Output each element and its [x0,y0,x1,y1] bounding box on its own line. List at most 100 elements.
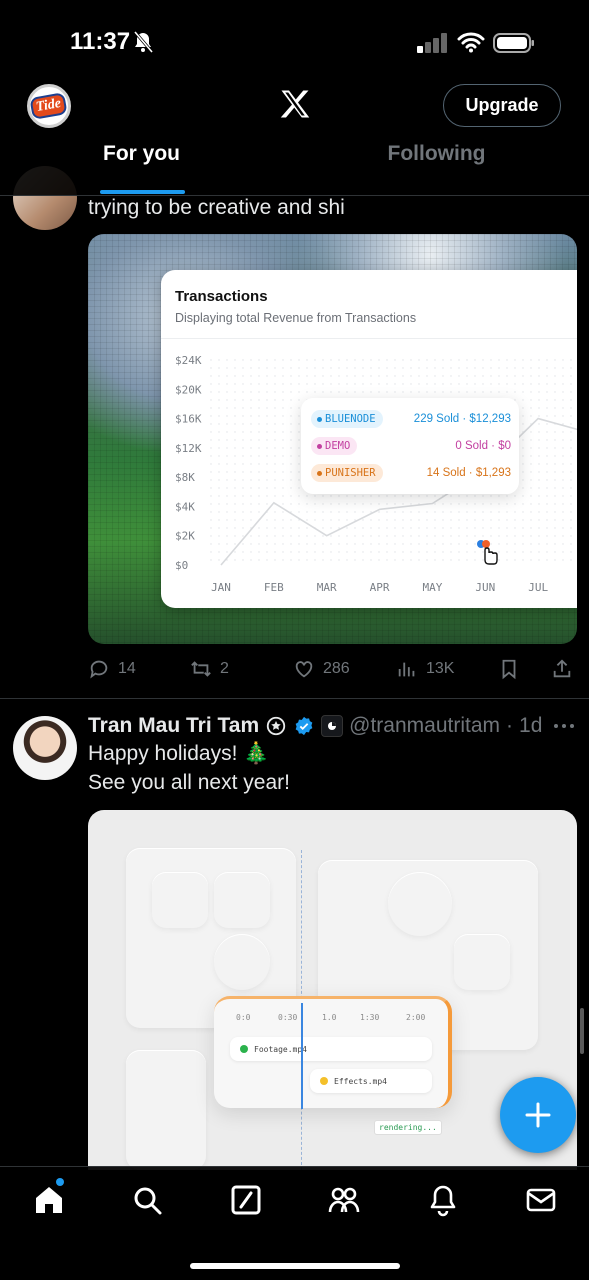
nav-messages[interactable] [524,1183,558,1217]
dot-separator: · [506,714,514,737]
chart-tooltip: BLUENODE 229 Sold · $12,293 DEMO 0 Sold … [301,398,519,494]
timeline-track: Footage.mp4 [230,1037,432,1061]
y-tick-label: $16K [175,413,202,426]
tooltip-value: 0 Sold · $0 [455,440,511,452]
card-divider [161,338,577,339]
tab-following[interactable]: Following [295,142,578,196]
timeline-tick: 2:00 [406,1013,426,1022]
views-button[interactable]: 13K [396,654,454,684]
top-header: Tide Upgrade For you Following [0,80,589,196]
profile-avatar[interactable]: Tide [27,84,71,128]
nav-grok[interactable] [229,1183,263,1217]
x-logo-icon[interactable] [276,86,314,122]
ui-tile [214,934,270,990]
timeline-track: Effects.mp4 [310,1069,432,1093]
tweet-header: Tran Mau Tri Tam @tranmautritam · 1d [88,712,542,740]
share-icon [553,659,571,678]
tweet-text-line: See you all next year! [88,771,290,794]
author-handle[interactable]: @tranmautritam [349,714,500,738]
tooltip-pill: PUNISHER [311,464,383,482]
like-count: 286 [323,660,350,677]
y-tick-label: $20K [175,383,202,396]
home-indicator-bar [190,1263,400,1269]
active-tab-indicator [100,190,185,194]
y-tick-label: $2K [175,530,195,543]
compose-post-button[interactable] [500,1077,576,1153]
messages-icon [526,1188,556,1212]
nav-search[interactable] [130,1183,164,1217]
author-name[interactable]: Tran Mau Tri Tam [88,714,259,738]
tweet-action-bar: 14 2 286 13K [88,654,578,684]
tooltip-row-demo: DEMO 0 Sold · $0 [311,435,511,457]
nav-communities[interactable] [327,1183,361,1217]
cellular-signal-icon [417,33,447,53]
card-title: Transactions [175,288,268,305]
tooltip-pill: BLUENODE [311,410,383,428]
ui-tile [388,872,452,936]
y-tick-label: $24K [175,354,202,367]
plus-icon [525,1102,551,1128]
tweet-text: trying to be creative and shi [88,196,345,219]
bottom-navigation [0,1166,589,1280]
more-options-icon[interactable] [552,716,576,736]
reply-count: 14 [118,660,136,677]
bookmark-icon [502,659,516,680]
ui-tile [126,1050,206,1170]
views-count: 13K [426,660,455,677]
x-tick-label: JUL [528,581,548,594]
x-tick-label: MAR [317,581,337,594]
tooltip-value: 229 Sold · $12,293 [413,413,511,425]
tweet-separator [0,698,589,699]
y-tick-label: $8K [175,471,195,484]
x-tick-label: JAN [211,581,231,594]
repost-icon [191,661,211,677]
tooltip-value: 14 Sold · $1,293 [426,467,511,479]
x-tick-label: JUN [475,581,495,594]
timeline-tick: 0:30 [278,1013,298,1022]
badge-star-icon [266,716,286,736]
render-status: rendering... [374,1120,442,1135]
transactions-card: Transactions Displaying total Revenue fr… [161,270,577,608]
repost-button[interactable]: 2 [190,654,229,684]
reply-button[interactable]: 14 [88,654,136,684]
timeline-panel: 0:0 0:30 1.0 1:30 2:00 Footage.mp4 Effec… [214,996,452,1109]
tweet-author-avatar[interactable] [13,716,77,780]
x-tick-label: FEB [264,581,284,594]
home-notification-dot [56,1178,64,1186]
scroll-indicator[interactable] [580,1008,584,1054]
tooltip-pill: DEMO [311,437,358,455]
nav-notifications[interactable] [426,1183,460,1217]
search-icon [134,1187,162,1215]
wifi-icon [457,32,485,53]
like-button[interactable]: 286 [293,654,350,684]
heart-icon [295,661,313,678]
status-bar: 11:37 [0,0,589,80]
ui-tile [454,934,510,990]
home-icon [36,1187,62,1213]
upgrade-button[interactable]: Upgrade [443,84,561,127]
ui-tile [152,872,208,928]
communities-icon [328,1187,360,1213]
y-tick-label: $4K [175,500,195,513]
affiliate-badge-icon [321,715,344,737]
x-tick-label: APR [370,581,390,594]
grok-icon [231,1185,261,1215]
x-tick-label: MAY [422,581,442,594]
card-subtitle: Displaying total Revenue from Transactio… [175,311,417,325]
timeline-tick: 0:0 [236,1013,251,1022]
bell-slash-icon [133,31,154,53]
repost-count: 2 [220,660,229,677]
bookmark-button[interactable] [498,654,520,684]
ui-tile [214,872,270,928]
views-bar-chart-icon [398,662,415,677]
tab-for-you[interactable]: For you [0,142,283,196]
tooltip-row-punisher: PUNISHER 14 Sold · $1,293 [311,462,511,484]
nav-home[interactable] [32,1183,66,1217]
notifications-icon [430,1185,456,1217]
share-button[interactable] [551,654,573,684]
status-time: 11:37 [70,28,131,55]
tweet-time: 1d [519,714,543,737]
battery-icon [493,33,534,53]
y-tick-label: $0 [175,559,188,572]
tweet-media-image[interactable]: Transactions Displaying total Revenue fr… [88,234,577,644]
